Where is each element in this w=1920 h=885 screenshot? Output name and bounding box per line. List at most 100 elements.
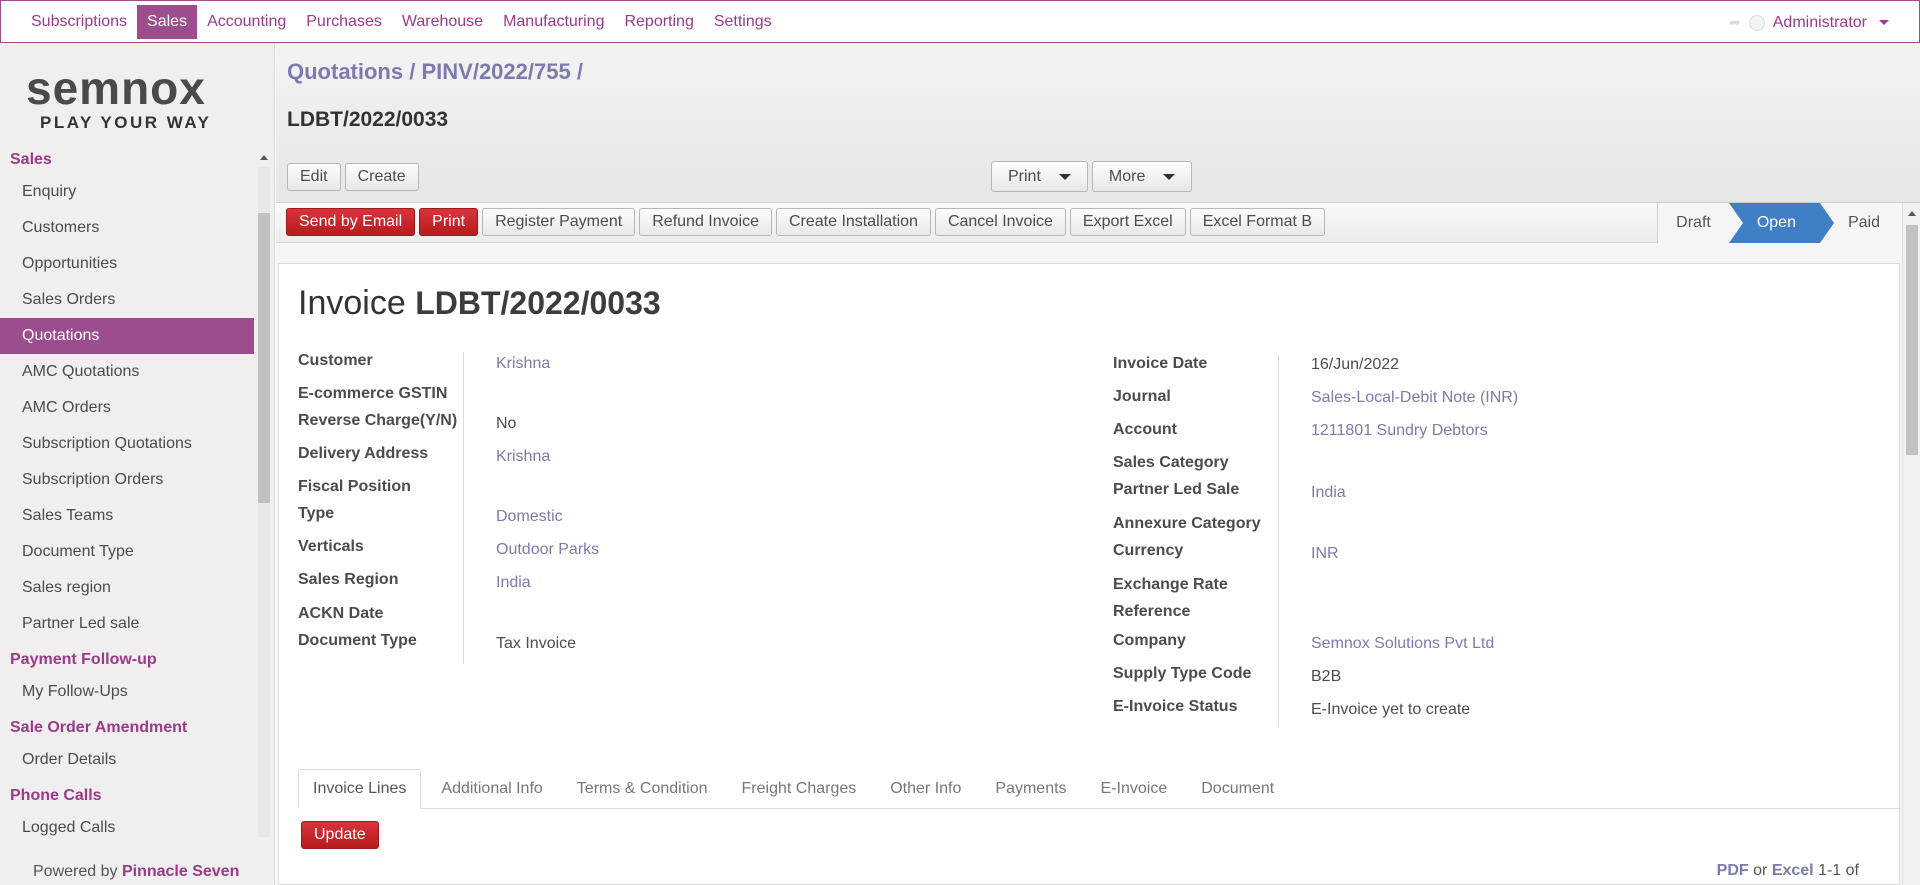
field-label: Annexure Category [1113, 515, 1261, 532]
menu-purchases[interactable]: Purchases [296, 5, 392, 39]
tab-document[interactable]: Document [1187, 769, 1288, 809]
sidebar-item-sales-region[interactable]: Sales region [0, 570, 254, 606]
menu-reporting[interactable]: Reporting [614, 5, 703, 39]
invoice-number: LDBT/2022/0033 [415, 285, 661, 321]
sidebar-item-partner-led-sale[interactable]: Partner Led sale [0, 606, 254, 642]
user-menu[interactable]: ➦ Administrator [1729, 1, 1889, 44]
supply-type-code-value: B2B [1311, 668, 1342, 685]
more-dropdown[interactable]: More [1091, 161, 1193, 192]
sales-region-value[interactable]: India [496, 574, 531, 592]
partner-led-sale-value[interactable]: India [1311, 484, 1346, 502]
scroll-up-icon[interactable] [260, 155, 268, 160]
delivery-address-value[interactable]: Krishna [496, 448, 550, 466]
scroll-thumb[interactable] [1906, 225, 1918, 455]
logo-tagline: PLAY YOUR WAY [40, 113, 212, 132]
tab-payments[interactable]: Payments [981, 769, 1080, 809]
powered-name[interactable]: Pinnacle Seven [122, 863, 239, 880]
menu-subscriptions[interactable]: Subscriptions [21, 5, 137, 39]
journal-value[interactable]: Sales-Local-Debit Note (INR) [1311, 389, 1518, 407]
field-label: Reverse Charge(Y/N) [298, 412, 458, 429]
sidebar-scrollbar[interactable] [257, 153, 271, 853]
scroll-thumb[interactable] [258, 213, 270, 503]
field-label: Sales Region [298, 571, 399, 588]
sidebar-item-customers[interactable]: Customers [0, 210, 254, 246]
field-label: Verticals [298, 538, 364, 555]
scroll-up-icon[interactable] [1908, 211, 1916, 216]
stage-open-label: Open [1756, 214, 1796, 231]
main-scrollbar[interactable] [1902, 203, 1920, 885]
sidebar-item-my-follow-ups[interactable]: My Follow-Ups [0, 674, 254, 710]
type-value[interactable]: Domestic [496, 508, 563, 526]
sidebar-item-order-details[interactable]: Order Details [0, 742, 254, 778]
sidebar-item-opportunities[interactable]: Opportunities [0, 246, 254, 282]
sidebar-item-document-type[interactable]: Document Type [0, 534, 254, 570]
sidebar-item-subscription-quotations[interactable]: Subscription Quotations [0, 426, 254, 462]
create-installation-button[interactable]: Create Installation [775, 208, 931, 236]
update-button[interactable]: Update [301, 821, 379, 849]
sidebar-item-quotations[interactable]: Quotations [0, 318, 254, 354]
print-dropdown[interactable]: Print [991, 161, 1088, 192]
field-label: Partner Led Sale [1113, 481, 1240, 498]
field-label: Exchange Rate [1113, 576, 1228, 593]
print-dropdown-label: Print [1008, 167, 1041, 185]
excel-format-b-button[interactable]: Excel Format B [1189, 208, 1326, 236]
menu-warehouse[interactable]: Warehouse [392, 5, 493, 39]
menu-accounting[interactable]: Accounting [197, 5, 296, 39]
field-fiscal-position: Fiscal Position [298, 478, 1098, 504]
field-label: Invoice Date [1113, 355, 1208, 372]
tab-e-invoice[interactable]: E-Invoice [1087, 769, 1182, 809]
field-customer: Customer Krishna [298, 352, 1098, 378]
top-menu: Subscriptions Sales Accounting Purchases… [1, 1, 782, 42]
edit-button[interactable]: Edit [287, 163, 341, 191]
account-value[interactable]: 1211801 Sundry Debtors [1311, 422, 1488, 440]
top-menu-bar: Subscriptions Sales Accounting Purchases… [0, 0, 1920, 43]
sidebar-item-sales-orders[interactable]: Sales Orders [0, 282, 254, 318]
field-label: Supply Type Code [1113, 665, 1252, 682]
breadcrumb-separator-trail: / [576, 59, 583, 84]
tab-invoice-lines[interactable]: Invoice Lines [298, 769, 422, 809]
breadcrumb-pinv[interactable]: PINV/2022/755 [421, 59, 570, 84]
tab-other-info[interactable]: Other Info [876, 769, 975, 809]
pager-range: 1-1 of [1818, 862, 1859, 879]
menu-settings[interactable]: Settings [704, 5, 782, 39]
sidebar-item-sales-teams[interactable]: Sales Teams [0, 498, 254, 534]
menu-sales[interactable]: Sales [137, 5, 198, 39]
sidebar-item-amc-orders[interactable]: AMC Orders [0, 390, 254, 426]
create-button[interactable]: Create [344, 163, 419, 191]
user-name[interactable]: Administrator [1773, 14, 1867, 32]
menu-manufacturing[interactable]: Manufacturing [493, 5, 614, 39]
stage-open[interactable]: Open [1728, 203, 1835, 243]
currency-value[interactable]: INR [1311, 545, 1339, 563]
tab-additional-info[interactable]: Additional Info [427, 769, 556, 809]
company-value[interactable]: Semnox Solutions Pvt Ltd [1311, 635, 1494, 653]
send-by-email-button[interactable]: Send by Email [286, 208, 416, 236]
sidebar-item-amc-quotations[interactable]: AMC Quotations [0, 354, 254, 390]
print-button[interactable]: Print [419, 208, 479, 236]
sidebar-menu: Sales Enquiry Customers Opportunities Sa… [0, 146, 254, 885]
pdf-link[interactable]: PDF [1717, 862, 1749, 879]
sidebar-item-subscription-orders[interactable]: Subscription Orders [0, 462, 254, 498]
sidebar: semnox PLAY YOUR WAY Sales Enquiry Custo… [0, 43, 275, 885]
status-bar: Send by Email Print Register Payment Ref… [276, 203, 1902, 243]
tab-freight-charges[interactable]: Freight Charges [728, 769, 871, 809]
field-label: Document Type [298, 632, 417, 649]
chat-icon[interactable]: ➦ [1729, 14, 1741, 31]
tab-terms-condition[interactable]: Terms & Condition [563, 769, 722, 809]
cancel-invoice-button[interactable]: Cancel Invoice [934, 208, 1066, 236]
sidebar-item-enquiry[interactable]: Enquiry [0, 174, 254, 210]
field-label: Journal [1113, 388, 1171, 405]
export-excel-button[interactable]: Export Excel [1069, 208, 1186, 236]
field-label: Delivery Address [298, 445, 429, 462]
field-company: Company Semnox Solutions Pvt Ltd [1113, 632, 1913, 658]
sidebar-item-logged-calls[interactable]: Logged Calls [0, 810, 254, 846]
field-label: Customer [298, 352, 373, 369]
stage-draft[interactable]: Draft [1658, 203, 1729, 243]
refund-invoice-button[interactable]: Refund Invoice [639, 208, 772, 236]
page-title: LDBT/2022/0033 [287, 108, 449, 131]
action-buttons: Send by Email Print Register Payment Ref… [286, 208, 1326, 236]
breadcrumb-quotations[interactable]: Quotations [287, 59, 403, 84]
customer-value[interactable]: Krishna [496, 355, 550, 373]
verticals-value[interactable]: Outdoor Parks [496, 541, 599, 559]
excel-link[interactable]: Excel [1772, 862, 1814, 879]
register-payment-button[interactable]: Register Payment [482, 208, 636, 236]
